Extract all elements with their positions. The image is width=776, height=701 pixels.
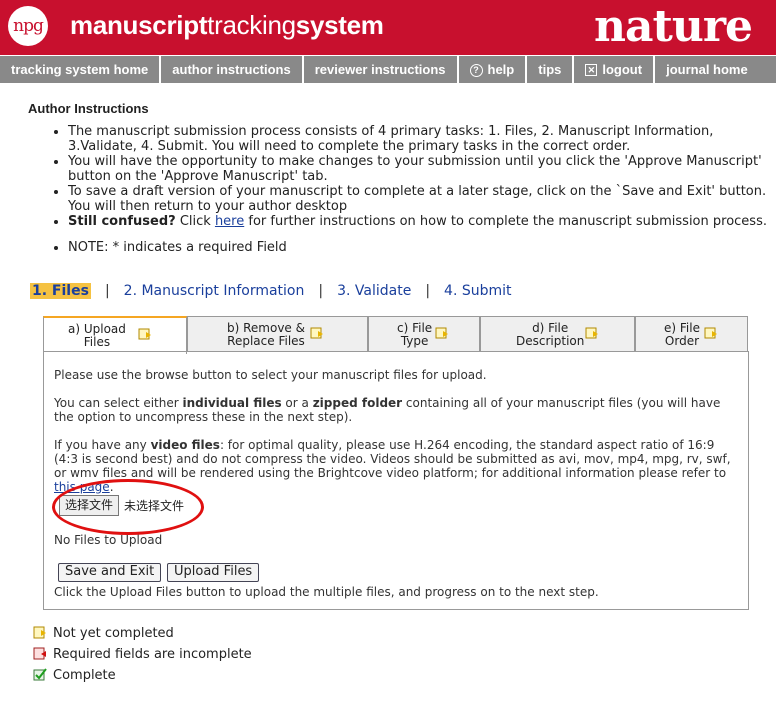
legend-not-completed: Not yet completed <box>33 626 174 641</box>
panel-intro: Please use the browse button to select y… <box>54 368 487 382</box>
list-item: You will have the opportunity to make ch… <box>68 154 768 184</box>
upload-files-button[interactable]: Upload Files <box>167 563 260 582</box>
top-nav: tracking system home author instructions… <box>0 56 776 83</box>
list-item: Still confused? Click here for further i… <box>68 214 768 229</box>
list-item: The manuscript submission process consis… <box>68 124 768 154</box>
highlight-circle <box>52 479 204 535</box>
pending-icon <box>138 328 151 340</box>
page-title: Author Instructions <box>28 101 149 116</box>
step-files[interactable]: 1. Files <box>30 283 91 299</box>
step-manuscript-info[interactable]: 2. Manuscript Information <box>124 283 305 299</box>
nav-reviewer-instructions[interactable]: reviewer instructions <box>301 56 457 83</box>
npg-logo[interactable]: npg <box>8 6 48 46</box>
nav-logout[interactable]: ✕ logout <box>572 56 653 83</box>
no-files-text: No Files to Upload <box>54 533 163 547</box>
instructions-list: The manuscript submission process consis… <box>28 124 768 255</box>
pending-icon <box>704 327 717 339</box>
incomplete-icon <box>33 647 46 660</box>
step-nav: 1. Files | 2. Manuscript Information | 3. Va… <box>30 283 512 299</box>
pending-icon <box>33 626 46 639</box>
nav-help[interactable]: ? help <box>456 56 526 83</box>
help-icon: ? <box>469 64 483 77</box>
app-title: manuscripttrackingsystem <box>70 10 384 40</box>
help-link[interactable]: here <box>215 214 244 229</box>
nav-author-instructions[interactable]: author instructions <box>159 56 301 83</box>
instructions-section: Author Instructions The manuscript submi… <box>28 101 768 255</box>
legend-incomplete: Required fields are incomplete <box>33 647 252 662</box>
pending-icon <box>585 327 598 339</box>
upload-hint: Click the Upload Files button to upload … <box>54 585 599 599</box>
pending-icon <box>435 327 448 339</box>
list-item: To save a draft version of your manuscri… <box>68 184 768 214</box>
nav-journal-home[interactable]: journal home <box>653 56 759 83</box>
step-submit[interactable]: 4. Submit <box>444 283 511 299</box>
list-item: NOTE: * indicates a required Field <box>68 240 768 255</box>
panel-file-types: You can select either individual files o… <box>54 396 721 424</box>
nav-tracking-home[interactable]: tracking system home <box>0 56 159 83</box>
header-bar: npg manuscripttrackingsystem nature <box>0 0 776 55</box>
legend-complete: Complete <box>33 668 116 683</box>
nav-tips[interactable]: tips <box>525 56 572 83</box>
pending-icon <box>310 327 323 339</box>
tab-file-order[interactable]: e) File Order <box>635 316 748 352</box>
tab-file-type[interactable]: c) File Type <box>368 316 480 352</box>
tab-remove-replace[interactable]: b) Remove & Replace Files <box>187 316 368 352</box>
nature-logo[interactable]: nature <box>594 1 753 52</box>
step-validate[interactable]: 3. Validate <box>337 283 411 299</box>
tab-upload-files[interactable]: a) Upload Files <box>43 316 187 354</box>
complete-icon <box>33 668 47 681</box>
tab-file-description[interactable]: d) File Description <box>480 316 635 352</box>
save-exit-button[interactable]: Save and Exit <box>58 563 162 582</box>
logout-icon: ✕ <box>585 64 598 76</box>
